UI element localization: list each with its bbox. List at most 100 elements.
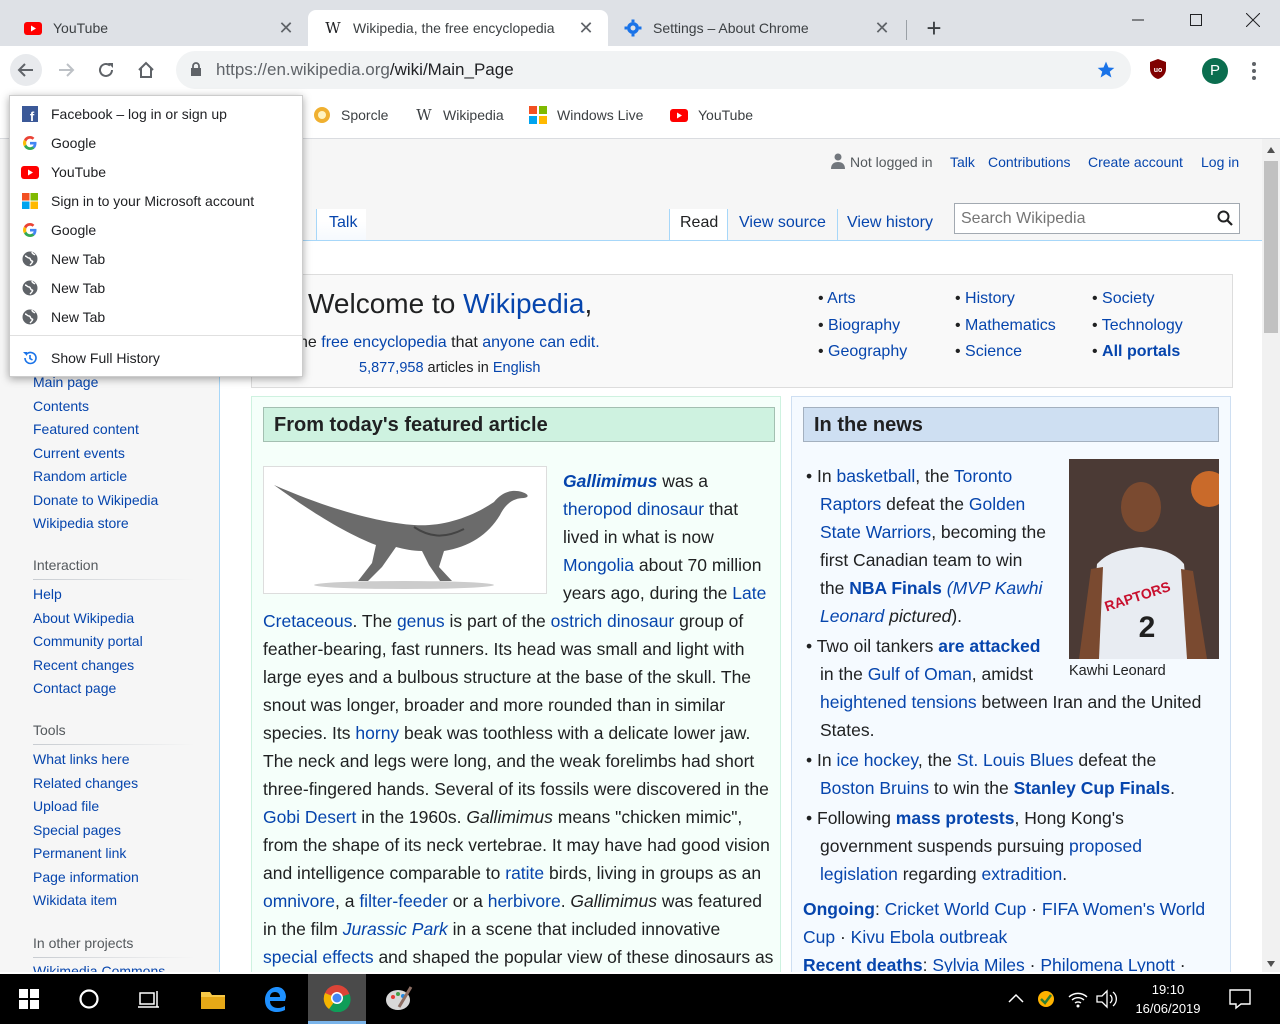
article-link[interactable]: Sylvia Miles [932, 955, 1024, 972]
forward-button[interactable] [50, 54, 82, 86]
gallimimus-image[interactable] [263, 466, 547, 594]
article-link[interactable]: ratite [505, 863, 544, 883]
sidebar-link-about-wikipedia[interactable]: About Wikipedia [33, 610, 134, 626]
wikipedia-link[interactable]: Wikipedia [463, 288, 584, 319]
sidebar-link-upload-file[interactable]: Upload file [33, 798, 99, 814]
address-bar[interactable]: https://en.wikipedia.org/wiki/Main_Page [176, 51, 1131, 89]
page-scrollbar[interactable] [1262, 139, 1280, 972]
sidebar-link-community-portal[interactable]: Community portal [33, 633, 143, 649]
bookmark-youtube[interactable]: YouTube [670, 106, 753, 124]
article-link[interactable]: Late [732, 583, 766, 603]
tab-read[interactable]: Read [669, 209, 727, 240]
history-item-google[interactable]: Google [10, 216, 302, 244]
history-item-new-tab[interactable]: New Tab [10, 303, 302, 331]
portal-label[interactable]: Society [1102, 290, 1154, 307]
tab-close-button[interactable]: ✕ [576, 18, 596, 39]
close-window-button[interactable] [1224, 0, 1280, 40]
create-account-link[interactable]: Create account [1088, 154, 1183, 170]
sidebar-link-recent-changes[interactable]: Recent changes [33, 657, 134, 673]
portal-label[interactable]: Technology [1102, 317, 1183, 334]
article-link[interactable]: Cricket World Cup [885, 899, 1027, 919]
english-link[interactable]: English [493, 360, 541, 376]
portal-label[interactable]: All portals [1102, 343, 1180, 360]
file-explorer-button[interactable] [184, 974, 242, 1024]
start-button[interactable] [0, 974, 58, 1024]
article-link[interactable]: Toronto [954, 466, 1012, 486]
article-link[interactable]: Cup [803, 927, 835, 947]
reload-button[interactable] [90, 54, 122, 86]
article-link[interactable]: legislation [820, 864, 898, 884]
portal-label[interactable]: Arts [827, 290, 855, 307]
anyone-can-edit-link[interactable]: anyone can edit. [482, 334, 599, 351]
chevron-up-icon[interactable] [1008, 993, 1024, 1003]
article-link[interactable]: Jurassic Park [343, 919, 448, 939]
sidebar-link-what-links-here[interactable]: What links here [33, 751, 129, 767]
tab-view-source[interactable]: View source [727, 209, 837, 240]
sidebar-link-donate-to-wikipedia[interactable]: Donate to Wikipedia [33, 492, 158, 508]
article-link[interactable]: mass protests [896, 808, 1015, 828]
clock[interactable]: 19:10 16/06/2019 [1126, 980, 1210, 1018]
bookmark-windows-live[interactable]: Windows Live [529, 106, 643, 124]
article-link[interactable]: Cretaceous [263, 611, 353, 631]
article-link[interactable]: proposed [1069, 836, 1142, 856]
sidebar-link-help[interactable]: Help [33, 586, 62, 602]
scroll-up-icon[interactable] [1267, 147, 1275, 153]
article-link[interactable]: horny [355, 723, 399, 743]
article-link[interactable]: genus [397, 611, 445, 631]
sidebar-link-related-changes[interactable]: Related changes [33, 775, 138, 791]
history-item-facebook-log-in-or-sign-up[interactable]: f Facebook – log in or sign up [10, 100, 302, 128]
tab-talk[interactable]: Talk [316, 209, 366, 240]
article-link[interactable]: Mongolia [563, 555, 634, 575]
bookmark-wikipedia[interactable]: W Wikipedia [415, 106, 503, 124]
sidebar-link-current-events[interactable]: Current events [33, 445, 125, 461]
article-link[interactable]: Gobi Desert [263, 807, 356, 827]
new-tab-button[interactable]: + [920, 14, 948, 42]
kawhi-leonard-photo[interactable]: RAPTORS 2 [1069, 459, 1219, 659]
contributions-link[interactable]: Contributions [988, 154, 1071, 170]
scroll-down-icon[interactable] [1267, 961, 1275, 967]
article-link[interactable]: extradition [982, 864, 1063, 884]
portal-link-society[interactable]: Society [1092, 290, 1154, 308]
portal-link-geography[interactable]: Geography [818, 343, 907, 361]
search-icon[interactable] [1217, 210, 1233, 226]
article-link[interactable]: Recent deaths [803, 955, 923, 972]
article-link[interactable]: Gallimimus [563, 471, 657, 491]
article-link[interactable]: Gulf of Oman [868, 664, 972, 684]
portal-label[interactable]: History [965, 290, 1015, 307]
portal-link-biography[interactable]: Biography [818, 317, 900, 335]
home-button[interactable] [130, 54, 162, 86]
tab-close-button[interactable]: ✕ [276, 18, 296, 39]
article-link[interactable]: omnivore [263, 891, 335, 911]
portal-label[interactable]: Mathematics [965, 317, 1056, 334]
article-link[interactable]: Golden [969, 494, 1025, 514]
scrollbar-thumb[interactable] [1264, 161, 1278, 333]
article-link[interactable]: St. Louis Blues [957, 750, 1074, 770]
portal-link-technology[interactable]: Technology [1092, 317, 1183, 335]
search-taskbar-button[interactable] [60, 974, 118, 1024]
article-link[interactable]: special effects [263, 947, 374, 967]
chrome-taskbar-button[interactable] [308, 974, 366, 1024]
security-icon[interactable] [1036, 989, 1056, 1009]
article-link[interactable]: State Warriors [820, 522, 931, 542]
sidebar-link-permanent-link[interactable]: Permanent link [33, 845, 126, 861]
sidebar-link-wikidata-item[interactable]: Wikidata item [33, 892, 117, 908]
portal-link-science[interactable]: Science [955, 343, 1022, 361]
sidebar-link-contents[interactable]: Contents [33, 398, 89, 414]
profile-avatar[interactable]: P [1202, 58, 1228, 84]
history-item-sign-in-to-your-microsoft-account[interactable]: Sign in to your Microsoft account [10, 187, 302, 215]
history-item-google[interactable]: Google [10, 129, 302, 157]
portal-link-mathematics[interactable]: Mathematics [955, 317, 1056, 335]
wifi-icon[interactable] [1068, 990, 1088, 1008]
article-link[interactable]: Kivu Ebola outbreak [851, 927, 1008, 947]
tab-view-history[interactable]: View history [837, 209, 945, 240]
history-item-youtube[interactable]: YouTube [10, 158, 302, 186]
article-link[interactable]: Philomena Lynott [1040, 955, 1175, 972]
history-item-new-tab[interactable]: New Tab [10, 274, 302, 302]
article-link[interactable]: Ongoing [803, 899, 875, 919]
article-link[interactable]: theropod dinosaur [563, 499, 704, 519]
sidebar-link-random-article[interactable]: Random article [33, 468, 127, 484]
portal-label[interactable]: Geography [828, 343, 907, 360]
ublock-extension-button[interactable]: uo [1148, 58, 1168, 80]
tab-settings[interactable]: Settings – About Chrome ✕ [608, 10, 904, 46]
task-view-button[interactable] [120, 974, 178, 1024]
